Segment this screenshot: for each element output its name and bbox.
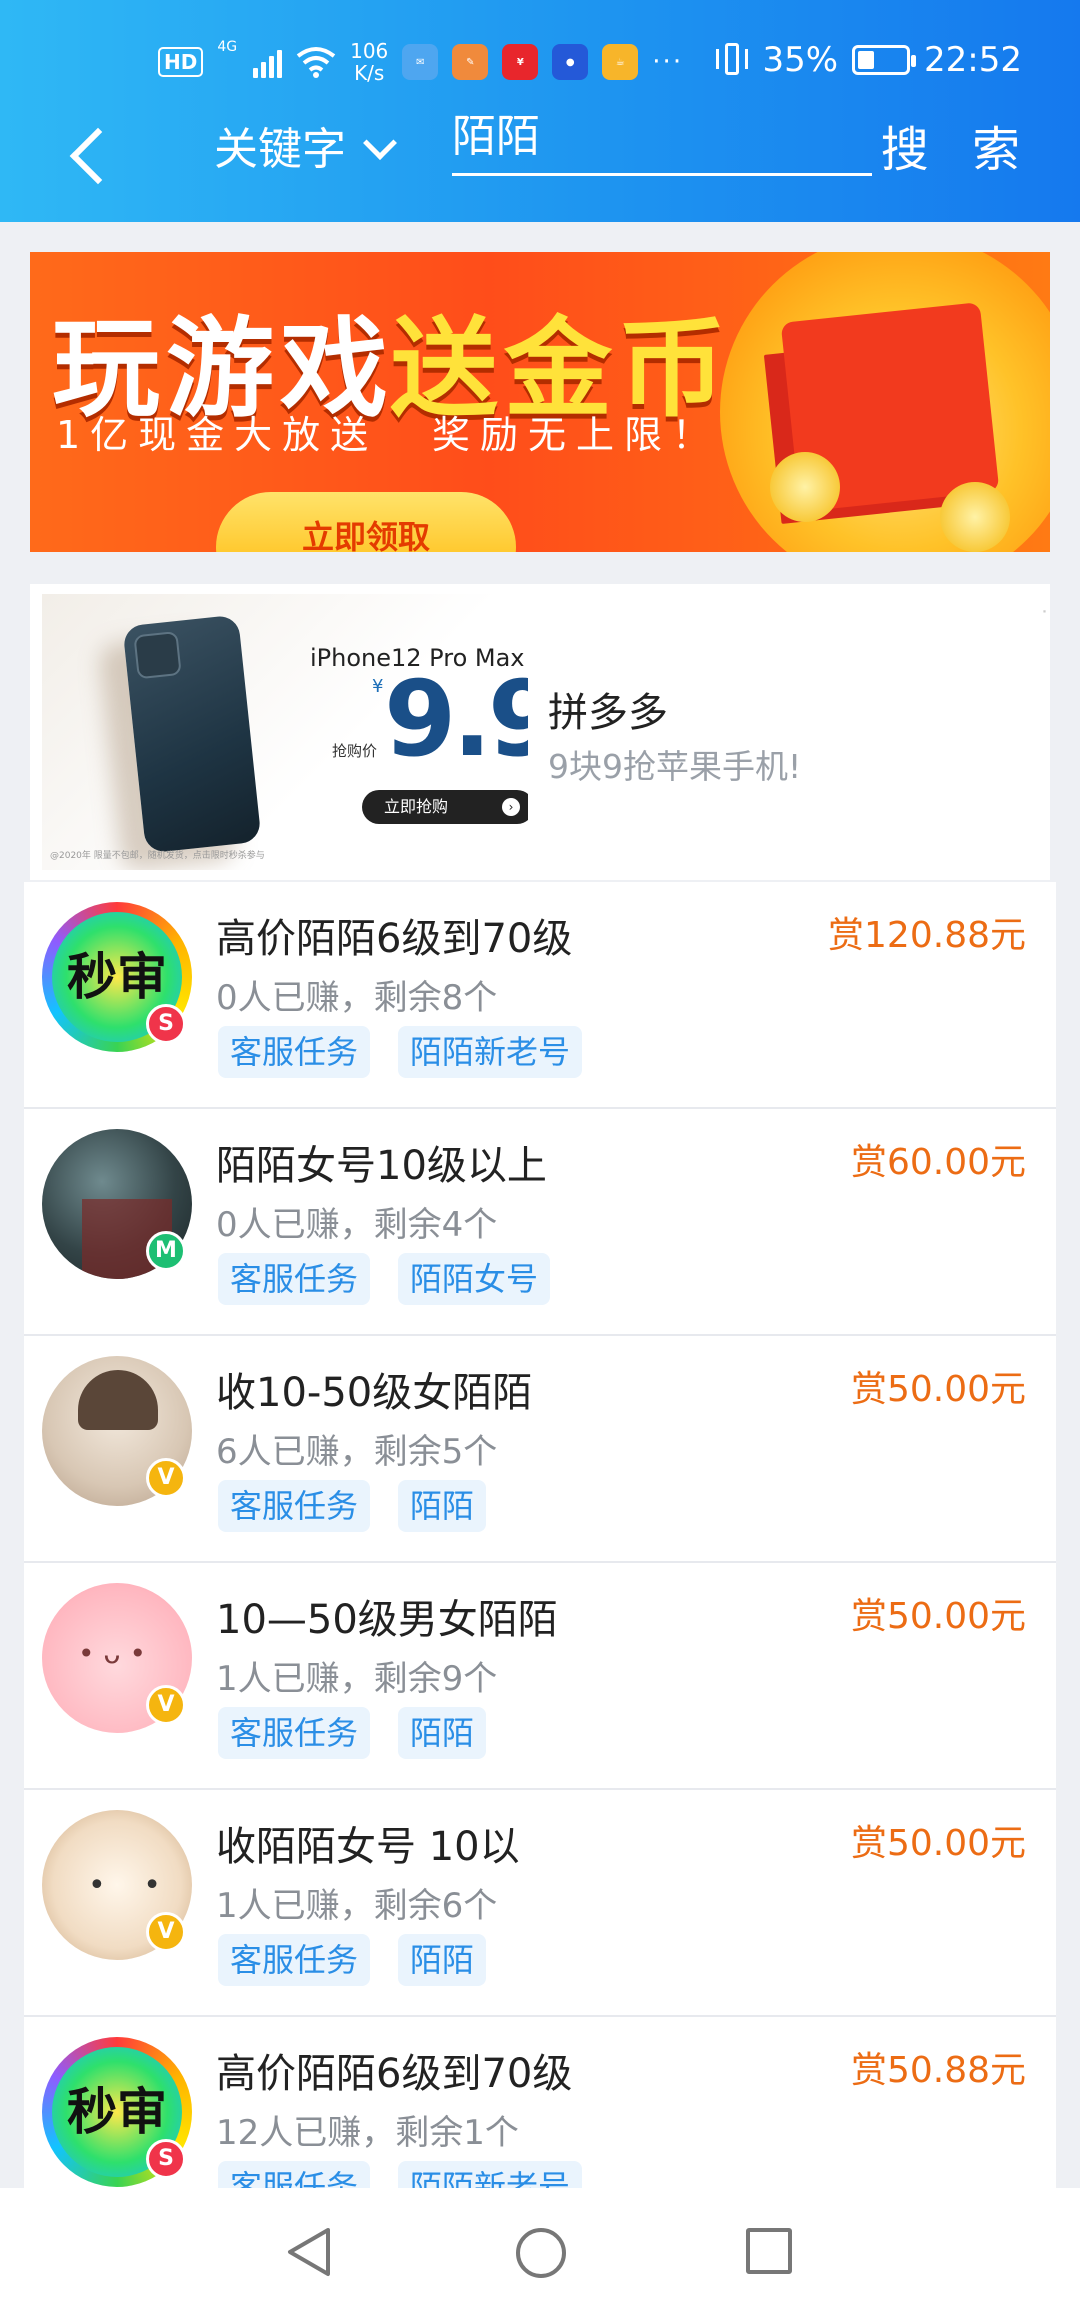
coin-image	[770, 452, 840, 522]
task-tag: 客服任务	[218, 1026, 371, 1078]
coin-image	[940, 482, 1010, 552]
task-list: 秒审 S 高价陌陌6级到70级 0人已赚，剩余8个 赏120.88元 客服任务陌…	[24, 882, 1056, 2188]
task-item[interactable]: V 收10-50级女陌陌 6人已赚，剩余5个 赏50.00元 客服任务 陌陌	[24, 1336, 1056, 1563]
task-reward: 赏50.88元	[850, 2050, 1026, 2091]
banner-subtitle-right: 奖励无上限！	[432, 413, 721, 457]
task-tag: 客服任务	[218, 2161, 371, 2188]
chevron-down-icon	[363, 126, 397, 160]
task-title: 收10-50级女陌陌	[216, 1370, 533, 1416]
task-item[interactable]: 秒审 S 高价陌陌6级到70级 12人已赚，剩余1个 赏50.88元 客服任务陌…	[24, 2017, 1056, 2188]
signal-icon	[253, 46, 283, 78]
task-progress: 12人已赚，剩余1个	[216, 2113, 519, 2153]
iphone-image	[122, 614, 262, 854]
search-bar: 关键字 陌陌 搜 索	[0, 100, 1080, 210]
clock: 22:52	[924, 40, 1022, 80]
task-tag: 陌陌	[398, 1934, 487, 1986]
task-tags: 客服任务 陌陌新老号	[218, 1026, 583, 1078]
task-tag: 陌陌新老号	[398, 2161, 583, 2188]
level-badge: S	[146, 1004, 186, 1044]
task-title: 陌陌女号10级以上	[216, 1143, 547, 1189]
ad-marker-icon: ˙	[1039, 608, 1050, 633]
vibrate-icon	[716, 41, 749, 79]
task-title: 高价陌陌6级到70级	[216, 916, 573, 962]
task-tag: 陌陌	[398, 1480, 487, 1532]
banner-subtitle-left: 1亿现金大放送	[56, 413, 379, 457]
search-input[interactable]: 陌陌	[452, 106, 872, 176]
system-nav-bar	[0, 2188, 1080, 2310]
task-progress: 0人已赚，剩余4个	[216, 1205, 498, 1245]
back-button[interactable]	[62, 114, 122, 194]
status-bar: HD 4G 106 K/s ✉ ✎ ¥ ● ☕ ··· 35% 22:52	[0, 30, 1080, 94]
task-tag: 客服任务	[218, 1934, 371, 1986]
task-item[interactable]: V 收陌陌女号 10以 1人已赚，剩余6个 赏50.00元 客服任务陌陌	[24, 1790, 1056, 2017]
cloud-pay-icon: ¥	[502, 44, 539, 80]
promo-banner[interactable]: 玩游戏 送金币 1亿现金大放送 奖励无上限！ 立即领取	[30, 252, 1050, 552]
battery-percent: 35%	[762, 40, 839, 80]
net-speed: 106 K/s	[350, 40, 388, 84]
ad-price: 9.9	[384, 658, 528, 780]
net-speed-value: 106	[350, 39, 389, 63]
task-reward: 赏50.00元	[850, 1823, 1026, 1864]
nav-recent-icon[interactable]	[746, 2228, 792, 2274]
level-badge: V	[146, 1912, 186, 1952]
task-progress: 6人已赚，剩余5个	[216, 1432, 498, 1472]
task-item[interactable]: V 10—50级男女陌陌 1人已赚，剩余9个 赏50.00元 客服任务陌陌	[24, 1563, 1056, 1790]
task-tag: 陌陌新老号	[398, 1026, 583, 1078]
task-title: 收陌陌女号 10以	[216, 1824, 520, 1870]
task-item[interactable]: M 陌陌女号10级以上 0人已赚，剩余4个 赏60.00元 客服任务 陌陌女号	[24, 1109, 1056, 1336]
task-progress: 0人已赚，剩余8个	[216, 978, 498, 1018]
net-speed-unit: K/s	[354, 61, 385, 85]
level-badge: V	[146, 1458, 186, 1498]
task-tags: 客服任务 陌陌	[218, 1934, 487, 1986]
ad-card[interactable]: iPhone12 Pro Max ¥ 9.9 抢购价 立即抢购 › @2020年…	[30, 584, 1050, 880]
task-progress: 1人已赚，剩余9个	[216, 1659, 498, 1699]
nav-back-icon[interactable]	[284, 2226, 334, 2278]
task-title: 10—50级男女陌陌	[216, 1597, 558, 1643]
task-tag: 客服任务	[218, 1707, 371, 1759]
task-reward: 赏120.88元	[828, 915, 1026, 956]
level-badge: V	[146, 1685, 186, 1725]
ad-yen: ¥	[372, 676, 384, 697]
arrow-right-icon: ›	[502, 798, 520, 816]
task-tags: 客服任务 陌陌新老号	[218, 2161, 583, 2188]
ad-title: 拼多多	[548, 690, 668, 736]
task-tags: 客服任务 陌陌	[218, 1707, 487, 1759]
search-button[interactable]: 搜 索	[881, 110, 1034, 190]
task-tags: 客服任务 陌陌	[218, 1480, 487, 1532]
ad-buy-label: 立即抢购	[384, 797, 449, 816]
filter-label: 关键字	[214, 124, 346, 175]
task-tag: 客服任务	[218, 1253, 371, 1305]
cup-app-icon: ☕	[602, 44, 639, 80]
ad-price-label: 抢购价	[332, 742, 378, 760]
task-reward: 赏60.00元	[850, 1142, 1026, 1183]
bulb-app-icon: ●	[552, 44, 589, 80]
task-tag: 陌陌	[398, 1707, 487, 1759]
ad-fine-print: @2020年 限量不包邮，随机发货，点击限时秒杀参与	[50, 851, 265, 861]
network-type: 4G	[217, 39, 238, 55]
ad-subtitle: 9块9抢苹果手机!	[548, 747, 802, 786]
task-reward: 赏50.00元	[850, 1596, 1026, 1637]
task-reward: 赏50.00元	[850, 1369, 1026, 1410]
task-tag: 客服任务	[218, 1480, 371, 1532]
task-tag: 陌陌女号	[398, 1253, 551, 1305]
level-badge: M	[146, 1231, 186, 1271]
ad-image: iPhone12 Pro Max ¥ 9.9 抢购价 立即抢购 › @2020年…	[42, 594, 528, 870]
level-badge: S	[146, 2139, 186, 2179]
claim-button[interactable]: 立即领取	[216, 492, 516, 552]
battery-charging-icon	[852, 45, 917, 75]
more-notifications-icon: ···	[652, 47, 684, 77]
task-title: 高价陌陌6级到70级	[216, 2051, 573, 2097]
task-item[interactable]: 秒审 S 高价陌陌6级到70级 0人已赚，剩余8个 赏120.88元 客服任务陌…	[24, 882, 1056, 1109]
huawei-app-icon: ✉	[402, 44, 439, 80]
nav-home-icon[interactable]	[516, 2228, 566, 2278]
palette-app-icon: ✎	[452, 44, 489, 80]
hd-indicator: HD	[158, 47, 204, 77]
wifi-icon	[296, 47, 336, 78]
ad-buy-button[interactable]: 立即抢购 ›	[362, 790, 528, 824]
app-header: HD 4G 106 K/s ✉ ✎ ¥ ● ☕ ··· 35% 22:52 关键…	[0, 0, 1080, 222]
task-tags: 客服任务 陌陌女号	[218, 1253, 551, 1305]
filter-dropdown[interactable]: 关键字	[214, 110, 397, 190]
task-progress: 1人已赚，剩余6个	[216, 1886, 498, 1926]
